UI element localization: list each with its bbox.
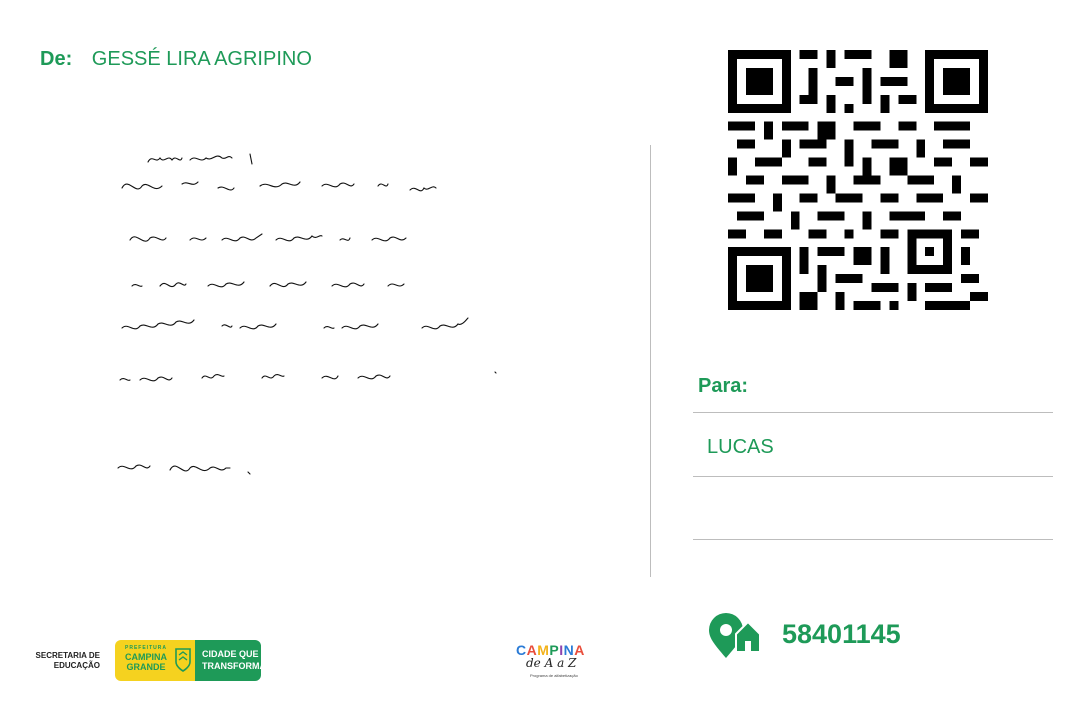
prefeitura-logo: PREFEITURA CAMPINA GRANDE <box>115 640 195 681</box>
sender-line: De: GESSÉ LIRA AGRIPINO <box>40 48 312 71</box>
vertical-divider <box>650 145 651 577</box>
prefeitura-label: PREFEITURA <box>125 645 167 651</box>
slogan-line-1: CIDADE QUE <box>202 649 259 659</box>
city-line-1: CAMPINA <box>125 652 167 662</box>
recipient-label: Para: <box>698 375 749 397</box>
slogan-line-2: TRANSFORMA <box>202 661 266 671</box>
recipient-name: LUCAS <box>707 436 774 458</box>
address-line-3 <box>693 539 1053 540</box>
sender-label: De: <box>40 48 73 70</box>
secretaria-text: SECRETARIA DE EDUCAÇÃO <box>20 651 100 671</box>
slogan-badge: CIDADE QUE TRANSFORMA <box>195 640 266 681</box>
city-shield-icon <box>175 648 191 672</box>
secretaria-line-1: SECRETARIA DE <box>35 651 100 660</box>
secretaria-line-2: EDUCAÇÃO <box>53 661 100 670</box>
campaign-subtitle: de A a Z <box>526 656 577 670</box>
campaign-tagline: Programa de alfabetização <box>530 673 578 678</box>
address-line-2 <box>693 476 1053 477</box>
city-name: CAMPINA GRANDE <box>119 652 173 672</box>
address-line-1 <box>693 412 1053 413</box>
cep-number: 58401145 <box>782 619 901 649</box>
sender-name: GESSÉ LIRA AGRIPINO <box>91 48 312 70</box>
campina-de-a-a-z-logo: CAMPINA de A a Z Programa de alfabetizaç… <box>512 640 596 682</box>
city-line-2: GRANDE <box>126 662 166 672</box>
home-location-icon <box>709 613 760 658</box>
handwritten-letter <box>117 153 497 475</box>
qr-code-image <box>728 50 988 310</box>
